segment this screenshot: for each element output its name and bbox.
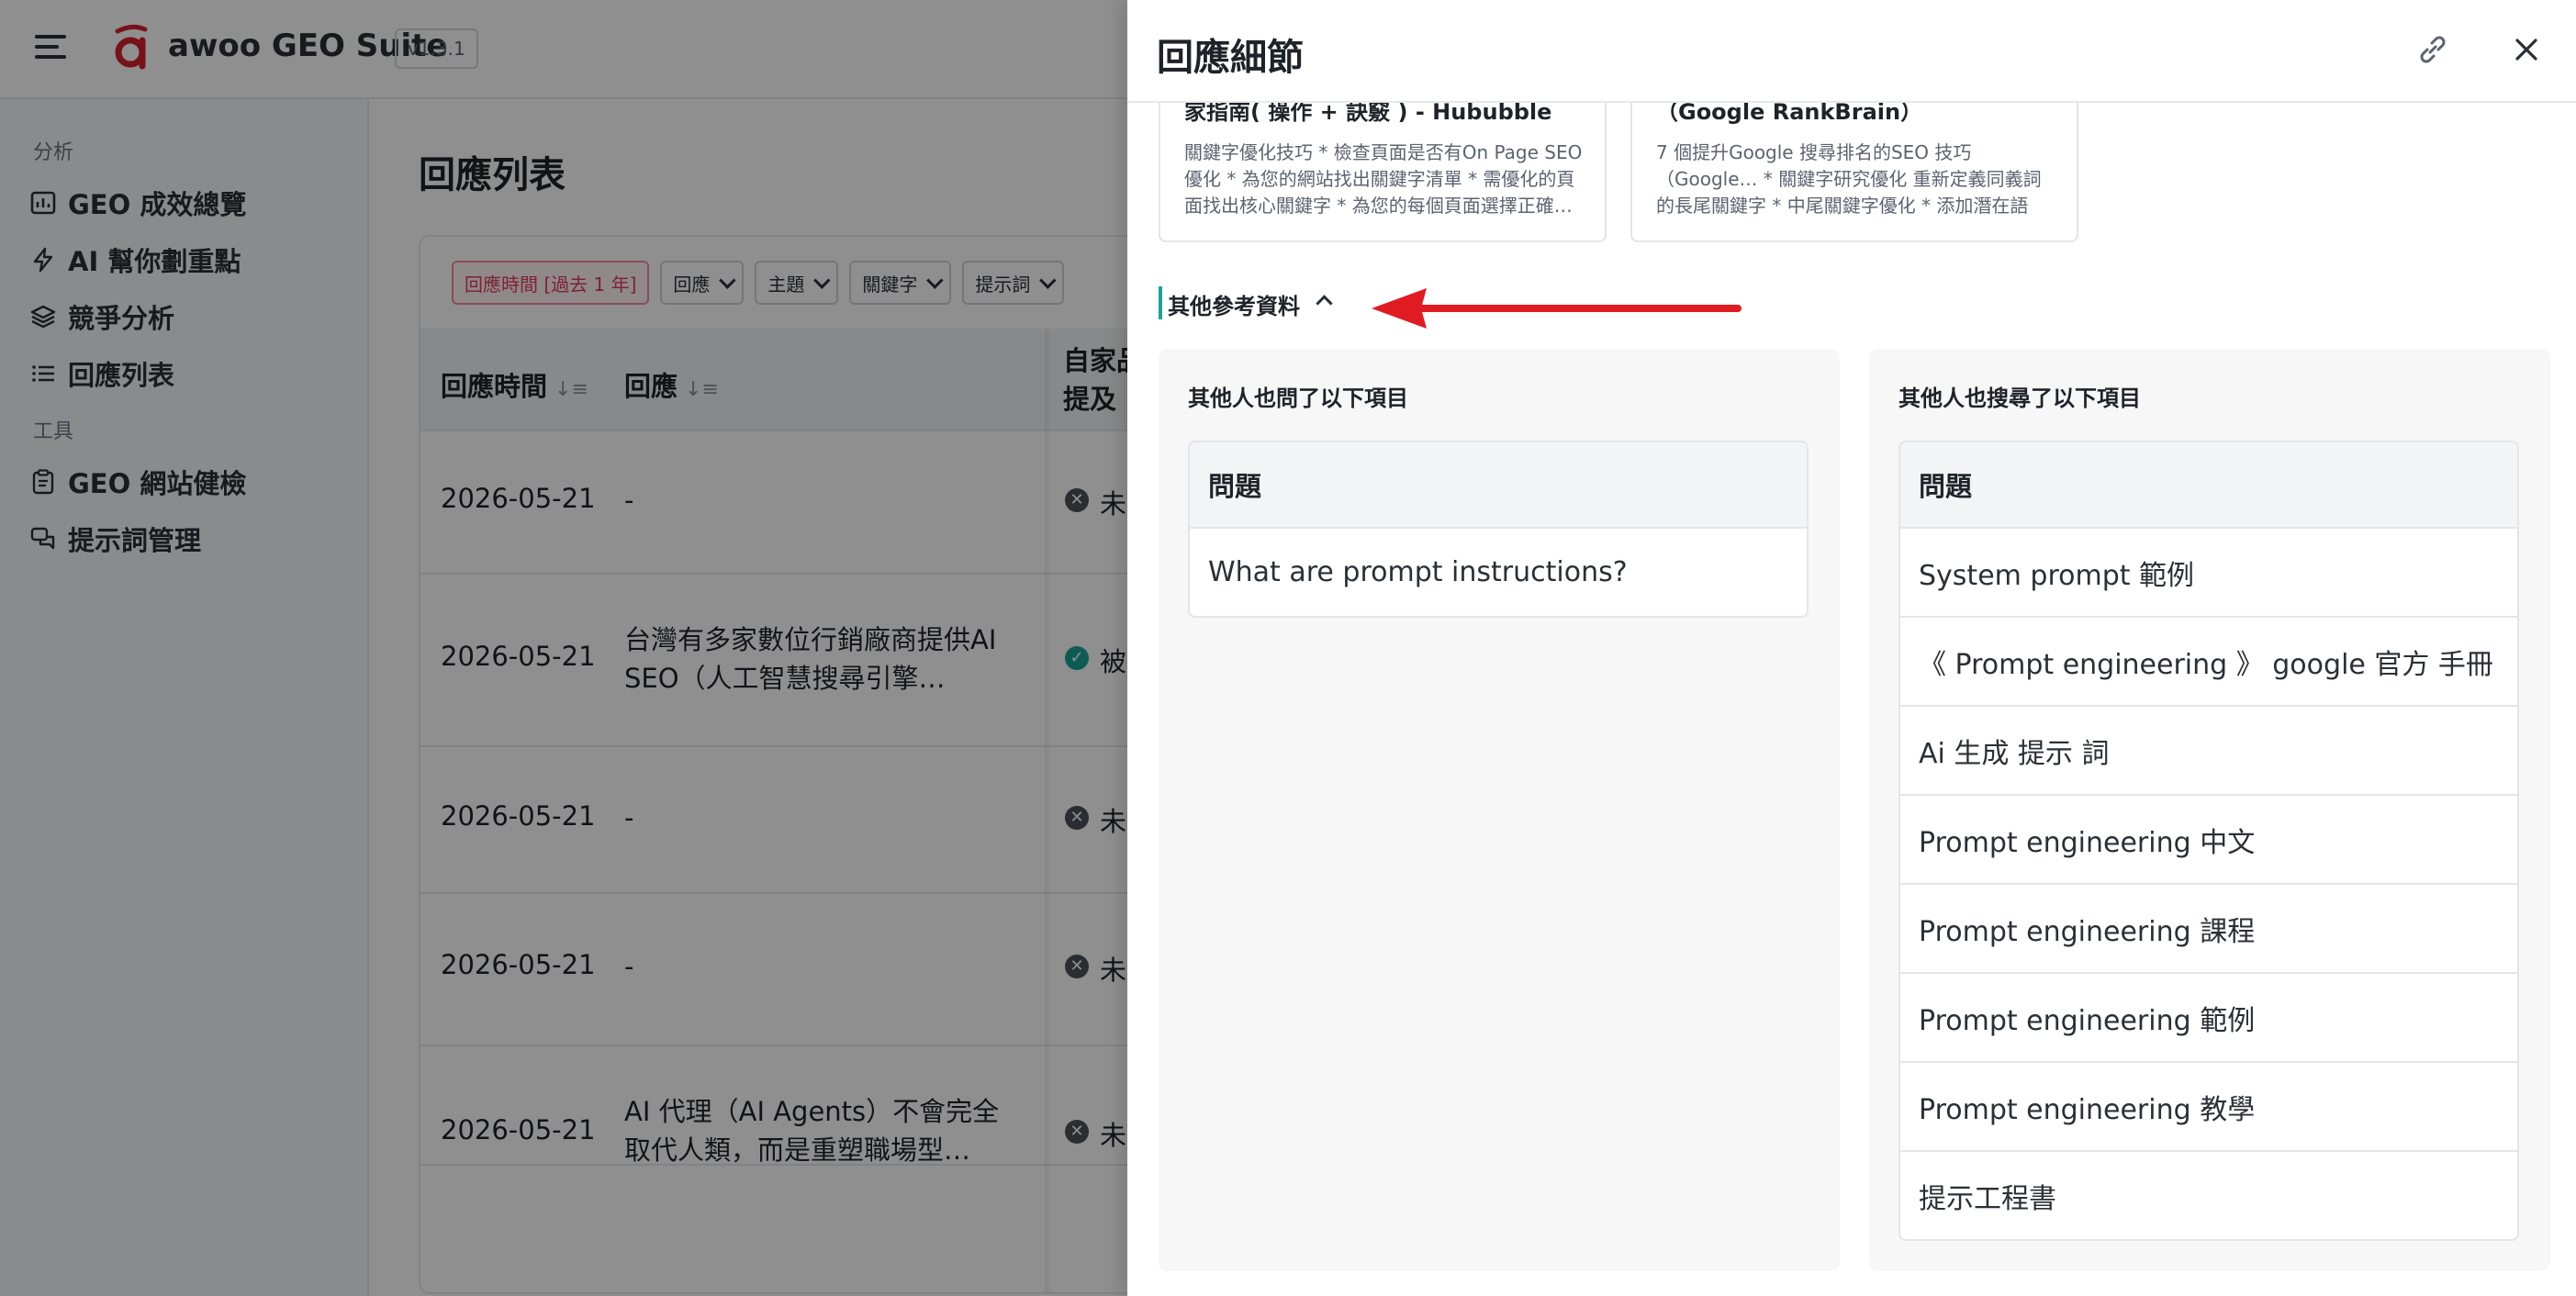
list-item[interactable]: Prompt engineering 課程 bbox=[1900, 885, 2517, 974]
panel-title: 其他人也問了以下項目 bbox=[1188, 385, 1408, 411]
list-item[interactable]: What are prompt instructions? bbox=[1190, 529, 1807, 616]
table-header: 問題 bbox=[1900, 442, 2517, 529]
list-item[interactable]: Prompt engineering 範例 bbox=[1900, 974, 2517, 1063]
close-icon[interactable] bbox=[2504, 28, 2548, 72]
response-detail-drawer: 回應細節 家指南( 操作 + 訣竅 ) - Hububble 關鍵字優化技巧 *… bbox=[1127, 0, 2576, 1296]
list-item[interactable]: System prompt 範例 bbox=[1900, 529, 2517, 618]
app-root: awoo GEO Suite v1.3.1 分析 GEO 成效總覽 AI 幫你劃… bbox=[0, 0, 2576, 1296]
people-also-search-table: 問題 System prompt 範例 《 Prompt engineering… bbox=[1898, 441, 2519, 1241]
list-item[interactable]: 《 Prompt engineering 》 google 官方 手冊 bbox=[1900, 618, 2517, 707]
copy-link-icon[interactable] bbox=[2411, 28, 2455, 72]
reference-snippet: 7 個提升Google 搜尋排名的SEO 技巧（Google… * 關鍵字研究優… bbox=[1656, 141, 2042, 217]
section-accent-bar bbox=[1159, 286, 1162, 319]
section-toggle-other-references[interactable]: 其他參考資料 bbox=[1168, 288, 1300, 320]
panel-title: 其他人也搜尋了以下項目 bbox=[1898, 385, 2141, 411]
annotation-arrow-icon bbox=[1372, 288, 1742, 329]
list-item[interactable]: Prompt engineering 中文 bbox=[1900, 796, 2517, 885]
list-item[interactable]: Ai 生成 提示 詞 bbox=[1900, 707, 2517, 796]
modal-overlay[interactable] bbox=[0, 0, 1127, 1296]
people-also-ask-panel: 其他人也問了以下項目 問題 What are prompt instructio… bbox=[1159, 349, 1840, 1271]
people-also-search-panel: 其他人也搜尋了以下項目 問題 System prompt 範例 《 Prompt… bbox=[1869, 349, 2550, 1271]
list-item[interactable]: 提示工程書 bbox=[1900, 1152, 2517, 1239]
drawer-title: 回應細節 bbox=[1157, 37, 1304, 79]
reference-snippet: 關鍵字優化技巧 * 檢查頁面是否有On Page SEO優化 * 為您的網站找出… bbox=[1184, 141, 1583, 217]
table-header: 問題 bbox=[1190, 442, 1807, 529]
drawer-header: 回應細節 bbox=[1127, 0, 2576, 103]
list-item[interactable]: Prompt engineering 教學 bbox=[1900, 1063, 2517, 1152]
chevron-up-icon[interactable] bbox=[1316, 295, 1333, 312]
people-also-ask-table: 問題 What are prompt instructions? bbox=[1188, 441, 1809, 618]
